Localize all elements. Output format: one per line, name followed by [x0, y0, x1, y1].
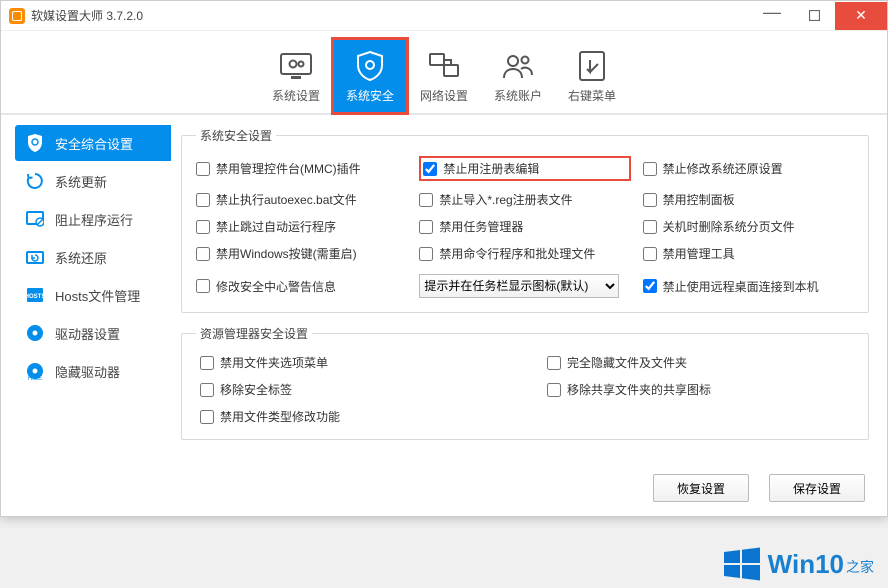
checkbox[interactable]	[643, 162, 657, 176]
block-icon	[25, 209, 45, 229]
sidebar-item-drive-settings[interactable]: 驱动器设置	[15, 315, 171, 351]
chk-remote-desktop[interactable]: 禁止使用远程桌面连接到本机	[643, 278, 854, 295]
sidebar-item-label: 系统还原	[55, 248, 107, 267]
checkbox[interactable]	[196, 162, 210, 176]
security-bottom-row: 修改安全中心警告信息 提示并在任务栏显示图标(默认) 禁止使用远程桌面连接到本机	[196, 274, 854, 298]
checkbox[interactable]	[547, 356, 561, 370]
network-icon	[427, 49, 461, 83]
sidebar-item-label: 隐藏驱动器	[55, 362, 120, 381]
sidebar-item-label: 安全综合设置	[55, 134, 133, 153]
checkbox[interactable]	[196, 193, 210, 207]
sidebar-item-label: Hosts文件管理	[55, 286, 140, 305]
window-title: 软媒设置大师 3.7.2.0	[31, 7, 751, 24]
app-icon	[9, 8, 25, 24]
sidebar-item-hosts[interactable]: HOSTS Hosts文件管理	[15, 277, 171, 313]
chk-autoexec[interactable]: 禁止执行autoexec.bat文件	[196, 191, 407, 208]
checkbox[interactable]	[419, 220, 433, 234]
checkbox[interactable]	[200, 383, 214, 397]
content-body: 安全综合设置 系统更新 阻止程序运行 系统还原 HOSTS Hosts文件管理 …	[1, 115, 887, 464]
checkbox[interactable]	[643, 193, 657, 207]
watermark: Win10 之家	[722, 546, 874, 582]
sidebar-item-hide-drives[interactable]: HIDE 隐藏驱动器	[15, 353, 171, 389]
chk-regedit[interactable]: 禁止用注册表编辑	[423, 160, 539, 177]
tabbar: 系统设置 系统安全 网络设置 系统账户 右键菜单	[1, 31, 887, 115]
sidebar-item-label: 系统更新	[55, 172, 107, 191]
checkbox[interactable]	[419, 193, 433, 207]
hide-disc-icon: HIDE	[25, 361, 45, 381]
svg-text:HOSTS: HOSTS	[26, 294, 44, 300]
window-controls: — ✕	[751, 2, 887, 30]
sidebar-item-block-programs[interactable]: 阻止程序运行	[15, 201, 171, 237]
chk-admin-tools[interactable]: 禁用管理工具	[643, 245, 854, 262]
security-center-select[interactable]: 提示并在任务栏显示图标(默认)	[419, 274, 619, 298]
minimize-button[interactable]: —	[751, 2, 793, 30]
chk-hide-files[interactable]: 完全隐藏文件及文件夹	[547, 354, 854, 371]
checkbox[interactable]	[643, 247, 657, 261]
group-explorer-security: 资源管理器安全设置 禁用文件夹选项菜单 完全隐藏文件及文件夹 移除安全标签 移除…	[181, 325, 869, 440]
maximize-button[interactable]	[793, 2, 835, 30]
sidebar-item-label: 阻止程序运行	[55, 210, 133, 229]
users-icon	[501, 49, 535, 83]
chk-winkey[interactable]: 禁用Windows按键(需重启)	[196, 245, 407, 262]
checkbox[interactable]	[643, 220, 657, 234]
tab-context-menu[interactable]: 右键菜单	[555, 39, 629, 113]
checkbox[interactable]	[419, 247, 433, 261]
chk-remove-share-icon[interactable]: 移除共享文件夹的共享图标	[547, 381, 854, 398]
tab-system-security[interactable]: 系统安全	[333, 39, 407, 113]
chk-cmd[interactable]: 禁用命令行程序和批处理文件	[419, 245, 630, 262]
main-panel: 系统安全设置 禁用管理控件台(MMC)插件 禁止用注册表编辑 禁止修改系统还原设…	[171, 115, 887, 464]
close-button[interactable]: ✕	[835, 2, 887, 30]
windows-logo-icon	[722, 546, 762, 582]
tab-network-settings[interactable]: 网络设置	[407, 39, 481, 113]
watermark-brand: Win10	[768, 549, 844, 580]
checkbox[interactable]	[547, 383, 561, 397]
shield-icon	[25, 133, 45, 153]
chk-pagefile-delete[interactable]: 关机时删除系统分页文件	[643, 218, 854, 235]
chk-mmc[interactable]: 禁用管理控件台(MMC)插件	[196, 156, 407, 181]
group-title: 资源管理器安全设置	[196, 325, 312, 342]
tab-system-accounts[interactable]: 系统账户	[481, 39, 555, 113]
group-title: 系统安全设置	[196, 127, 276, 144]
chk-folder-options[interactable]: 禁用文件夹选项菜单	[200, 354, 507, 371]
chk-control-panel[interactable]: 禁用控制面板	[643, 191, 854, 208]
chk-remove-security-tab[interactable]: 移除安全标签	[200, 381, 507, 398]
checkbox[interactable]	[200, 356, 214, 370]
context-menu-icon	[575, 49, 609, 83]
watermark-suffix: 之家	[846, 557, 874, 577]
checkbox[interactable]	[196, 279, 210, 293]
restore-button[interactable]: 恢复设置	[653, 474, 749, 502]
chk-filetype-modify[interactable]: 禁用文件类型修改功能	[200, 408, 507, 425]
tab-system-settings[interactable]: 系统设置	[259, 39, 333, 113]
highlighted-option: 禁止用注册表编辑	[419, 156, 630, 181]
checkbox[interactable]	[200, 410, 214, 424]
chk-import-reg[interactable]: 禁止导入*.reg注册表文件	[419, 191, 630, 208]
checkbox[interactable]	[196, 247, 210, 261]
titlebar: 软媒设置大师 3.7.2.0 — ✕	[1, 1, 887, 31]
refresh-icon	[25, 171, 45, 191]
security-options-grid: 禁用管理控件台(MMC)插件 禁止用注册表编辑 禁止修改系统还原设置 禁止执行a…	[196, 156, 854, 262]
sidebar-item-security-overview[interactable]: 安全综合设置	[15, 125, 171, 161]
sidebar-item-system-restore[interactable]: 系统还原	[15, 239, 171, 275]
hosts-icon: HOSTS	[25, 285, 45, 305]
restore-icon	[25, 247, 45, 267]
group-system-security: 系统安全设置 禁用管理控件台(MMC)插件 禁止用注册表编辑 禁止修改系统还原设…	[181, 127, 869, 313]
app-window: 软媒设置大师 3.7.2.0 — ✕ 系统设置 系统安全 网络设置	[0, 0, 888, 517]
sidebar-item-label: 驱动器设置	[55, 324, 120, 343]
explorer-options-grid: 禁用文件夹选项菜单 完全隐藏文件及文件夹 移除安全标签 移除共享文件夹的共享图标…	[196, 354, 854, 425]
checkbox[interactable]	[196, 220, 210, 234]
svg-text:HIDE: HIDE	[28, 376, 42, 380]
shield-gear-icon	[353, 49, 387, 83]
sidebar-item-system-update[interactable]: 系统更新	[15, 163, 171, 199]
checkbox[interactable]	[423, 162, 437, 176]
footer: 恢复设置 保存设置	[1, 464, 887, 516]
save-button[interactable]: 保存设置	[769, 474, 865, 502]
chk-restore-settings[interactable]: 禁止修改系统还原设置	[643, 156, 854, 181]
checkbox[interactable]	[643, 279, 657, 293]
chk-taskmgr[interactable]: 禁用任务管理器	[419, 218, 630, 235]
sidebar: 安全综合设置 系统更新 阻止程序运行 系统还原 HOSTS Hosts文件管理 …	[1, 115, 171, 464]
disc-icon	[25, 323, 45, 343]
monitor-gear-icon	[279, 49, 313, 83]
chk-skip-autorun[interactable]: 禁止跳过自动运行程序	[196, 218, 407, 235]
chk-security-center-alert[interactable]: 修改安全中心警告信息	[196, 278, 407, 295]
